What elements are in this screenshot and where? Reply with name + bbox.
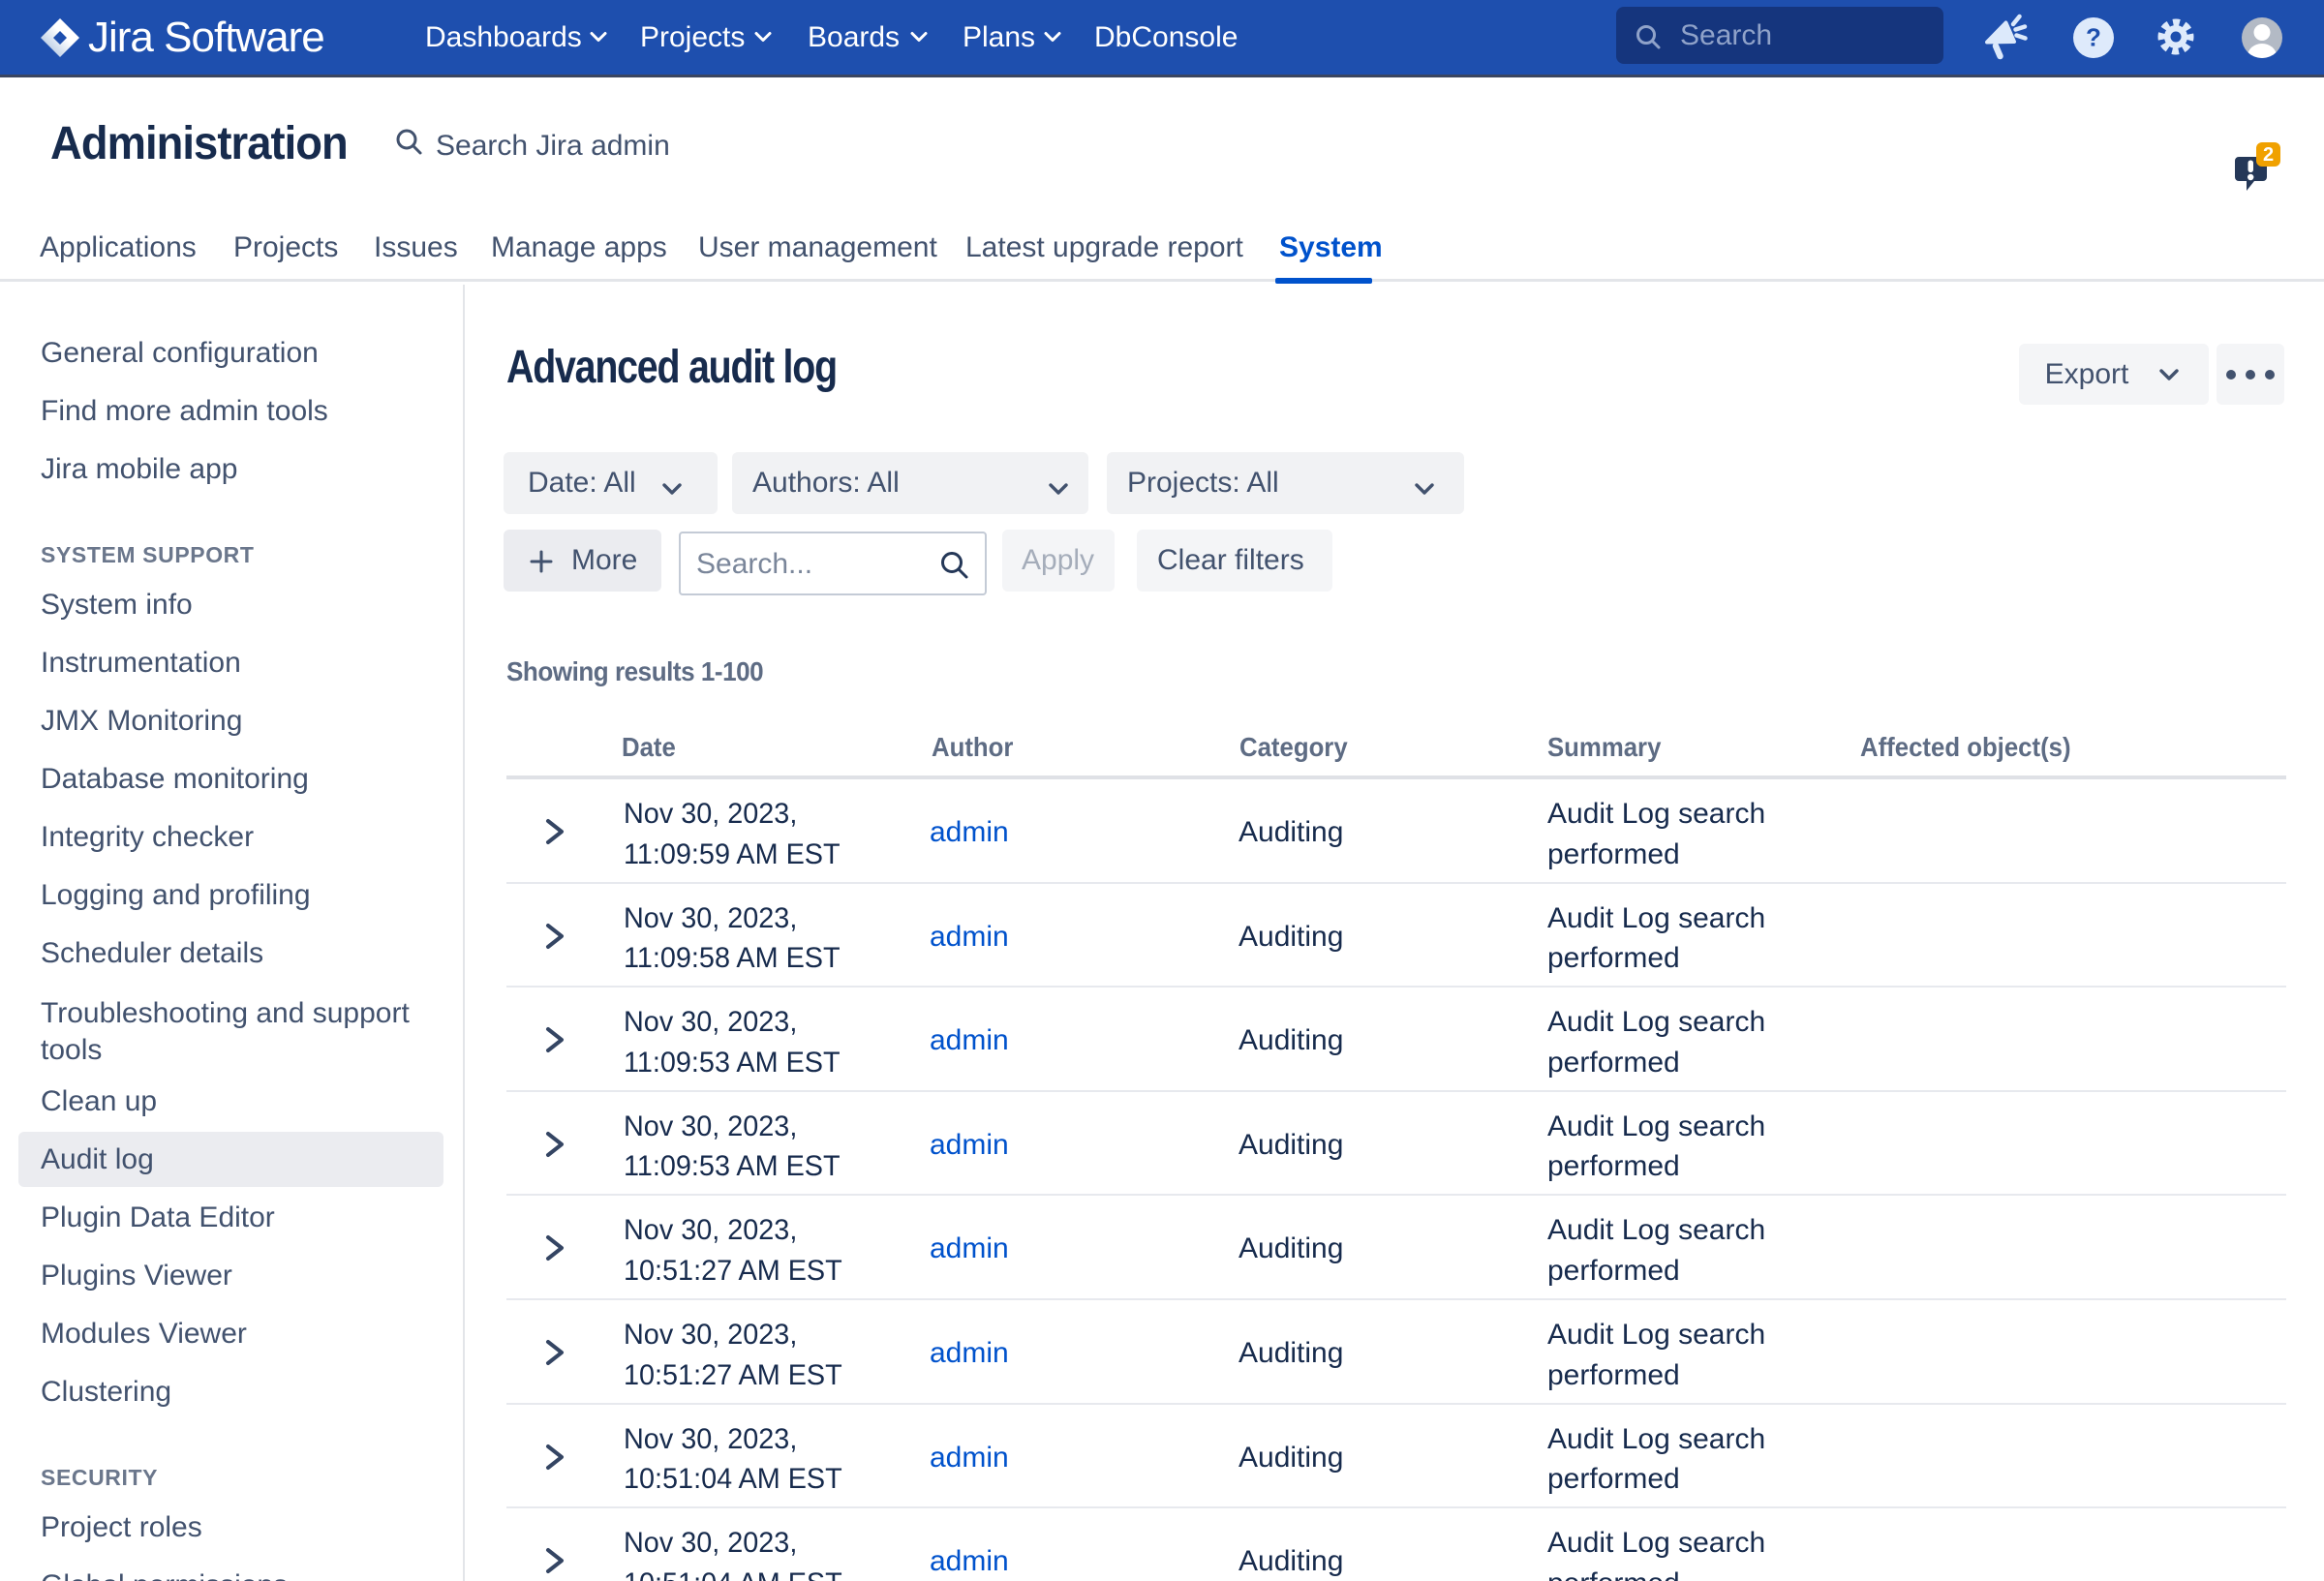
svg-text:?: ? [2086, 23, 2101, 52]
svg-text:2: 2 [2263, 144, 2274, 166]
